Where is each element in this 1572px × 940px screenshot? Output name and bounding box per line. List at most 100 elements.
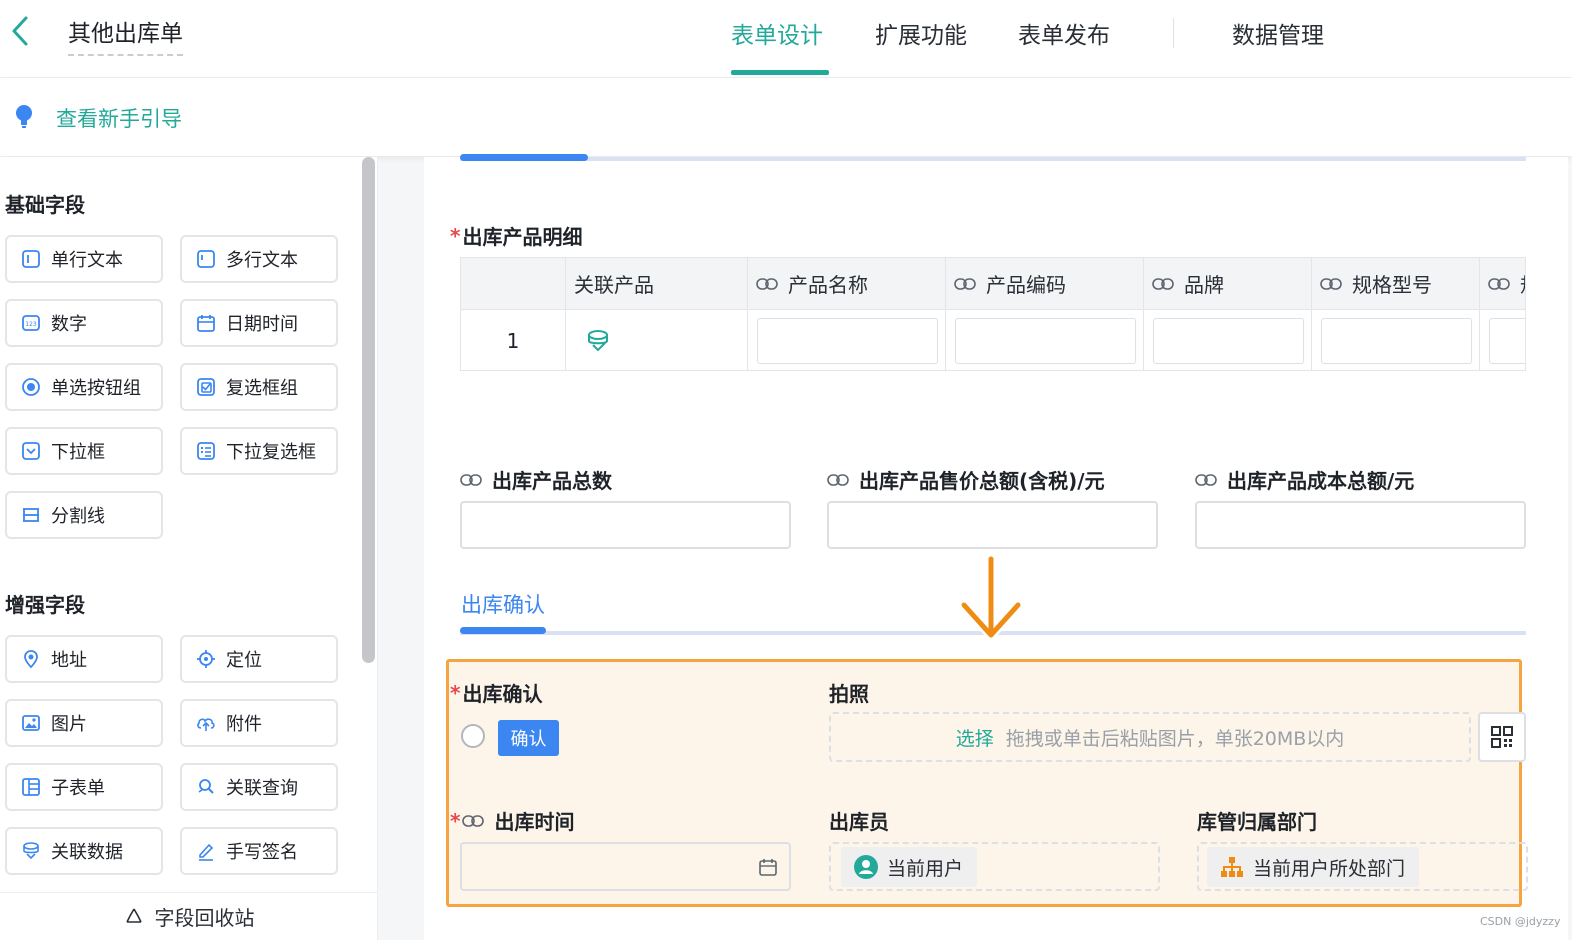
confirm-section-title: 出库确认	[461, 593, 545, 617]
field-dropdown-checkbox[interactable]: 下拉复选框	[180, 427, 338, 475]
linked-query-icon	[198, 779, 214, 794]
org-chart-icon	[1221, 857, 1243, 877]
table-cell-product-code	[946, 310, 1144, 370]
field-label: 分割线	[51, 506, 105, 527]
field-datetime[interactable]: 日期时间	[180, 299, 338, 347]
table-cell-product-name	[748, 310, 946, 370]
field-divider[interactable]: 分割线	[5, 491, 163, 539]
field-label: 复选框组	[226, 378, 298, 399]
active-tab-indicator	[731, 70, 829, 75]
linked-data-icon[interactable]	[586, 328, 612, 354]
out-time-input[interactable]	[460, 842, 791, 891]
field-signature[interactable]: 手写签名	[180, 827, 338, 875]
subform-icon	[22, 778, 40, 796]
qr-code-button[interactable]	[1478, 712, 1526, 762]
link-icon	[460, 473, 482, 486]
field-recycle-bin-button[interactable]: 字段回收站	[0, 892, 377, 940]
view-guide-link[interactable]: 查看新手引导	[56, 103, 182, 133]
operator-field[interactable]: 当前用户	[829, 842, 1160, 891]
field-checkbox-group[interactable]: 复选框组	[180, 363, 338, 411]
field-address[interactable]: 地址	[5, 635, 163, 683]
link-icon	[1320, 277, 1342, 290]
confirm-highlight-box: * 出库确认 确认 拍照 选择 拖拽或单击后粘贴图片，单张20MB以内 * 出库时…	[446, 659, 1528, 907]
current-user-chip: 当前用户	[841, 847, 978, 887]
sidebar-scrollbar[interactable]	[362, 157, 375, 663]
field-multi-line-text[interactable]: 多行文本	[180, 235, 338, 283]
field-label: 附件	[226, 714, 262, 735]
product-name-input[interactable]	[757, 318, 938, 364]
lightbulb-icon	[16, 105, 32, 128]
product-code-input[interactable]	[955, 318, 1136, 364]
photo-label: 拍照	[829, 682, 869, 706]
image-icon	[22, 715, 40, 731]
field-label: 地址	[51, 650, 87, 671]
total-cost-amount-input[interactable]	[1195, 501, 1526, 549]
location-pin-icon	[24, 650, 38, 669]
field-label: 关联查询	[226, 778, 298, 799]
link-icon	[1152, 277, 1174, 290]
user-avatar-icon	[854, 855, 878, 879]
link-icon	[756, 277, 778, 290]
product-detail-label-text: 出库产品明细	[462, 225, 583, 249]
field-single-line-text[interactable]: 单行文本	[5, 235, 163, 283]
spec-model-input[interactable]	[1321, 318, 1472, 364]
link-icon	[954, 277, 976, 290]
calendar-icon	[759, 859, 777, 876]
link-icon	[462, 814, 485, 827]
brand-input[interactable]	[1153, 318, 1304, 364]
table-header-more: 规	[1480, 258, 1525, 310]
tab-form-publish[interactable]: 表单发布	[1018, 16, 1110, 50]
confirm-option-button[interactable]: 确认	[498, 720, 559, 756]
field-label: 下拉框	[51, 442, 105, 463]
field-label: 图片	[51, 714, 87, 735]
out-time-label: * 出库时间	[450, 808, 575, 835]
field-label: 手写签名	[226, 842, 298, 863]
table-row-index: 1	[461, 310, 566, 370]
field-subform[interactable]: 子表单	[5, 763, 163, 811]
field-label: 多行文本	[226, 250, 298, 271]
top-bar: 其他出库单 表单设计 扩展功能 表单发布 数据管理	[0, 0, 1572, 78]
field-label: 单选按钮组	[51, 378, 141, 399]
field-attachment[interactable]: 附件	[180, 699, 338, 747]
number-icon: 123	[22, 315, 40, 331]
current-department-chip: 当前用户所处部门	[1207, 847, 1420, 887]
field-positioning[interactable]: 定位	[180, 635, 338, 683]
department-field[interactable]: 当前用户所处部门	[1197, 842, 1528, 891]
section-divider-top-accent	[460, 154, 588, 161]
table-cell-more	[1480, 310, 1525, 370]
total-quantity-input[interactable]	[460, 501, 791, 549]
field-linked-query[interactable]: 关联查询	[180, 763, 338, 811]
total-sale-amount-label: 出库产品售价总额(含税)/元	[827, 465, 1105, 494]
table-header-brand: 品牌	[1144, 258, 1312, 310]
field-dropdown[interactable]: 下拉框	[5, 427, 163, 475]
crosshair-icon	[197, 650, 215, 668]
enhanced-fields-title: 增强字段	[5, 593, 85, 617]
confirm-radio[interactable]	[461, 724, 485, 748]
watermark: CSDN @jdyzzy	[1480, 915, 1561, 928]
field-image[interactable]: 图片	[5, 699, 163, 747]
field-radio-group[interactable]: 单选按钮组	[5, 363, 163, 411]
field-label: 日期时间	[226, 314, 298, 335]
photo-select-link[interactable]: 选择	[956, 724, 994, 751]
field-linked-data[interactable]: 关联数据	[5, 827, 163, 875]
total-sale-amount-input[interactable]	[827, 501, 1158, 549]
photo-upload-area[interactable]: 选择 拖拽或单击后粘贴图片，单张20MB以内	[829, 712, 1471, 762]
field-number[interactable]: 123 数字	[5, 299, 163, 347]
tab-data-management[interactable]: 数据管理	[1232, 16, 1324, 50]
single-line-text-icon	[22, 250, 40, 268]
tab-form-design[interactable]: 表单设计	[731, 16, 823, 50]
product-detail-subform: 关联产品 产品名称 产品编码 品牌 规格型号 规 1	[460, 257, 1526, 371]
svg-text:123: 123	[25, 321, 37, 328]
more-input[interactable]	[1489, 318, 1525, 364]
link-icon	[827, 473, 849, 486]
field-label: 数字	[51, 314, 87, 335]
confirm-section-divider-accent	[460, 627, 546, 634]
tab-extensions[interactable]: 扩展功能	[875, 16, 967, 50]
guide-bar: 查看新手引导	[0, 78, 1572, 156]
dropdown-icon	[22, 442, 40, 460]
table-cell-brand	[1144, 310, 1312, 370]
back-arrow-icon[interactable]	[8, 14, 32, 48]
table-cell-linked-product[interactable]	[566, 310, 748, 370]
pen-icon	[199, 843, 214, 861]
form-title[interactable]: 其他出库单	[68, 14, 183, 56]
